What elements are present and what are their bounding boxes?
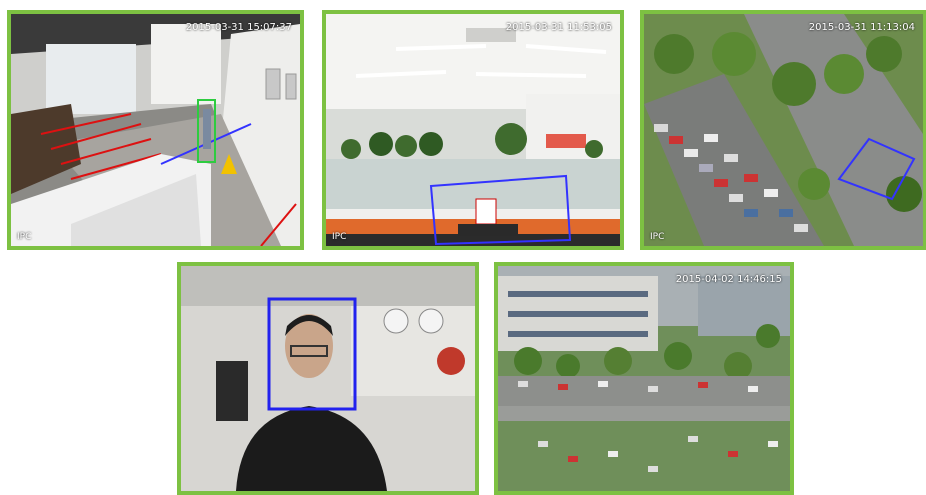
camera-view-face[interactable] (177, 262, 479, 495)
camera-view-office[interactable]: 2015-03-31 11:53:05 IPC (322, 10, 624, 250)
camera-label: IPC (332, 232, 347, 242)
camera-view-aerial[interactable]: 2015-04-02 14:46:15 (494, 262, 794, 495)
camera-view-parking[interactable]: 2015-03-31 11:13:04 IPC (640, 10, 926, 250)
parking-scene (644, 14, 923, 246)
timestamp: 2015-03-31 11:13:04 (808, 22, 915, 33)
camera-view-lobby[interactable]: 2015-03-31 15:07:37 IPC (7, 10, 304, 250)
timestamp: 2015-04-02 14:46:15 (675, 274, 782, 285)
lobby-scene (11, 14, 300, 246)
office-scene (326, 14, 620, 246)
camera-label: IPC (17, 232, 32, 242)
aerial-scene (498, 266, 790, 491)
timestamp: 2015-03-31 15:07:37 (185, 22, 292, 33)
timestamp: 2015-03-31 11:53:05 (505, 22, 612, 33)
camera-label: IPC (650, 232, 665, 242)
face-scene (181, 266, 475, 491)
